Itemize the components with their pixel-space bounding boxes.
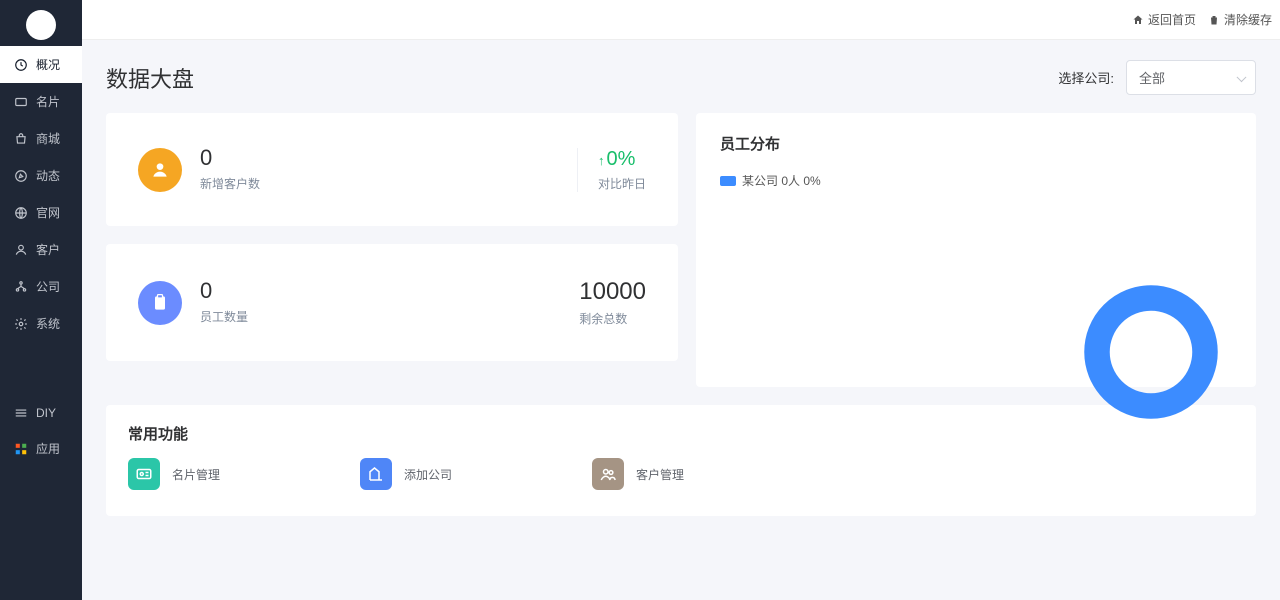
func-card-manage[interactable]: 名片管理 xyxy=(128,458,220,490)
stat-employees: 0 员工数量 10000 剩余总数 xyxy=(106,244,678,361)
stat-new-customers-value: 0 xyxy=(200,147,260,169)
func-label: 名片管理 xyxy=(172,466,220,483)
nav-item-customer[interactable]: 客户 xyxy=(0,231,82,268)
nav-item-system[interactable]: 系统 xyxy=(0,305,82,342)
user-icon xyxy=(14,243,28,257)
back-home-label: 返回首页 xyxy=(1148,11,1196,28)
company-select-value: 全部 xyxy=(1139,71,1165,86)
stat-new-customers-pct-label: 对比昨日 xyxy=(598,175,646,192)
compass-icon xyxy=(14,169,28,183)
home-icon xyxy=(1132,14,1144,26)
sidebar: 概况 名片 商城 动态 官网 客户 xyxy=(0,0,82,600)
company-label: 选择公司: xyxy=(1058,68,1114,87)
nav-item-shop[interactable]: 商城 xyxy=(0,120,82,157)
user-add-icon xyxy=(138,148,182,192)
func-add-company[interactable]: 添加公司 xyxy=(360,458,452,490)
clear-cache-label: 清除缓存 xyxy=(1224,11,1272,28)
nav-item-company[interactable]: 公司 xyxy=(0,268,82,305)
stat-new-customers: 0 新增客户数 ↑0% 对比昨日 xyxy=(106,113,678,226)
stat-employees-value: 0 xyxy=(200,280,248,302)
building-icon xyxy=(360,458,392,490)
nav-label: 客户 xyxy=(36,241,60,258)
clipboard-icon xyxy=(138,281,182,325)
funcs-title: 常用功能 xyxy=(128,423,1234,444)
distribution-title: 员工分布 xyxy=(720,133,1232,154)
apps-icon xyxy=(14,442,28,456)
gear-icon xyxy=(14,317,28,331)
nav-label: 动态 xyxy=(36,167,60,184)
bag-icon xyxy=(14,132,28,146)
donut-chart xyxy=(1076,277,1226,427)
main: 返回首页 清除缓存 数据大盘 选择公司: 全部 xyxy=(82,0,1280,600)
logo xyxy=(26,10,56,40)
nav-item-diy[interactable]: DIY xyxy=(0,396,82,430)
stat-employees-remain: 10000 xyxy=(579,278,646,306)
func-customer-manage[interactable]: 客户管理 xyxy=(592,458,684,490)
nav-item-overview[interactable]: 概况 xyxy=(0,46,82,83)
content: 数据大盘 选择公司: 全部 xyxy=(82,40,1280,600)
id-card-icon xyxy=(128,458,160,490)
globe-icon xyxy=(14,206,28,220)
nav-item-card[interactable]: 名片 xyxy=(0,83,82,120)
stat-employees-remain-label: 剩余总数 xyxy=(579,310,646,327)
org-icon xyxy=(14,280,28,294)
page-head: 数据大盘 选择公司: 全部 xyxy=(106,60,1256,95)
nav-item-feed[interactable]: 动态 xyxy=(0,157,82,194)
nav-label: DIY xyxy=(36,406,56,420)
nav-label: 应用 xyxy=(36,440,60,457)
distribution-legend: 某公司 0人 0% xyxy=(720,172,1232,189)
arrow-up-icon: ↑ xyxy=(598,153,605,168)
func-label: 添加公司 xyxy=(404,466,452,483)
clear-cache-link[interactable]: 清除缓存 xyxy=(1208,11,1272,28)
nav-item-apps[interactable]: 应用 xyxy=(0,430,82,467)
legend-text: 某公司 0人 0% xyxy=(742,172,821,189)
card-icon xyxy=(14,95,28,109)
nav-label: 公司 xyxy=(36,278,60,295)
nav-label: 商城 xyxy=(36,130,60,147)
company-picker: 选择公司: 全部 xyxy=(1058,60,1256,95)
nav: 概况 名片 商城 动态 官网 客户 xyxy=(0,46,82,600)
legend-swatch xyxy=(720,176,736,186)
nav-label: 官网 xyxy=(36,204,60,221)
employee-distribution-card: 员工分布 某公司 0人 0% xyxy=(696,113,1256,387)
trash-icon xyxy=(1208,14,1220,26)
layout-icon xyxy=(14,406,28,420)
nav-label: 概况 xyxy=(36,56,60,73)
back-home-link[interactable]: 返回首页 xyxy=(1132,11,1196,28)
topbar: 返回首页 清除缓存 xyxy=(82,0,1280,40)
page-title: 数据大盘 xyxy=(106,62,194,94)
users-icon xyxy=(592,458,624,490)
nav-label: 名片 xyxy=(36,93,60,110)
nav-item-site[interactable]: 官网 xyxy=(0,194,82,231)
company-select[interactable]: 全部 xyxy=(1126,60,1256,95)
clock-icon xyxy=(14,58,28,72)
nav-label: 系统 xyxy=(36,315,60,332)
stat-new-customers-pct: ↑0% xyxy=(598,148,646,171)
func-label: 客户管理 xyxy=(636,466,684,483)
stat-new-customers-label: 新增客户数 xyxy=(200,175,260,192)
stat-employees-label: 员工数量 xyxy=(200,308,248,325)
